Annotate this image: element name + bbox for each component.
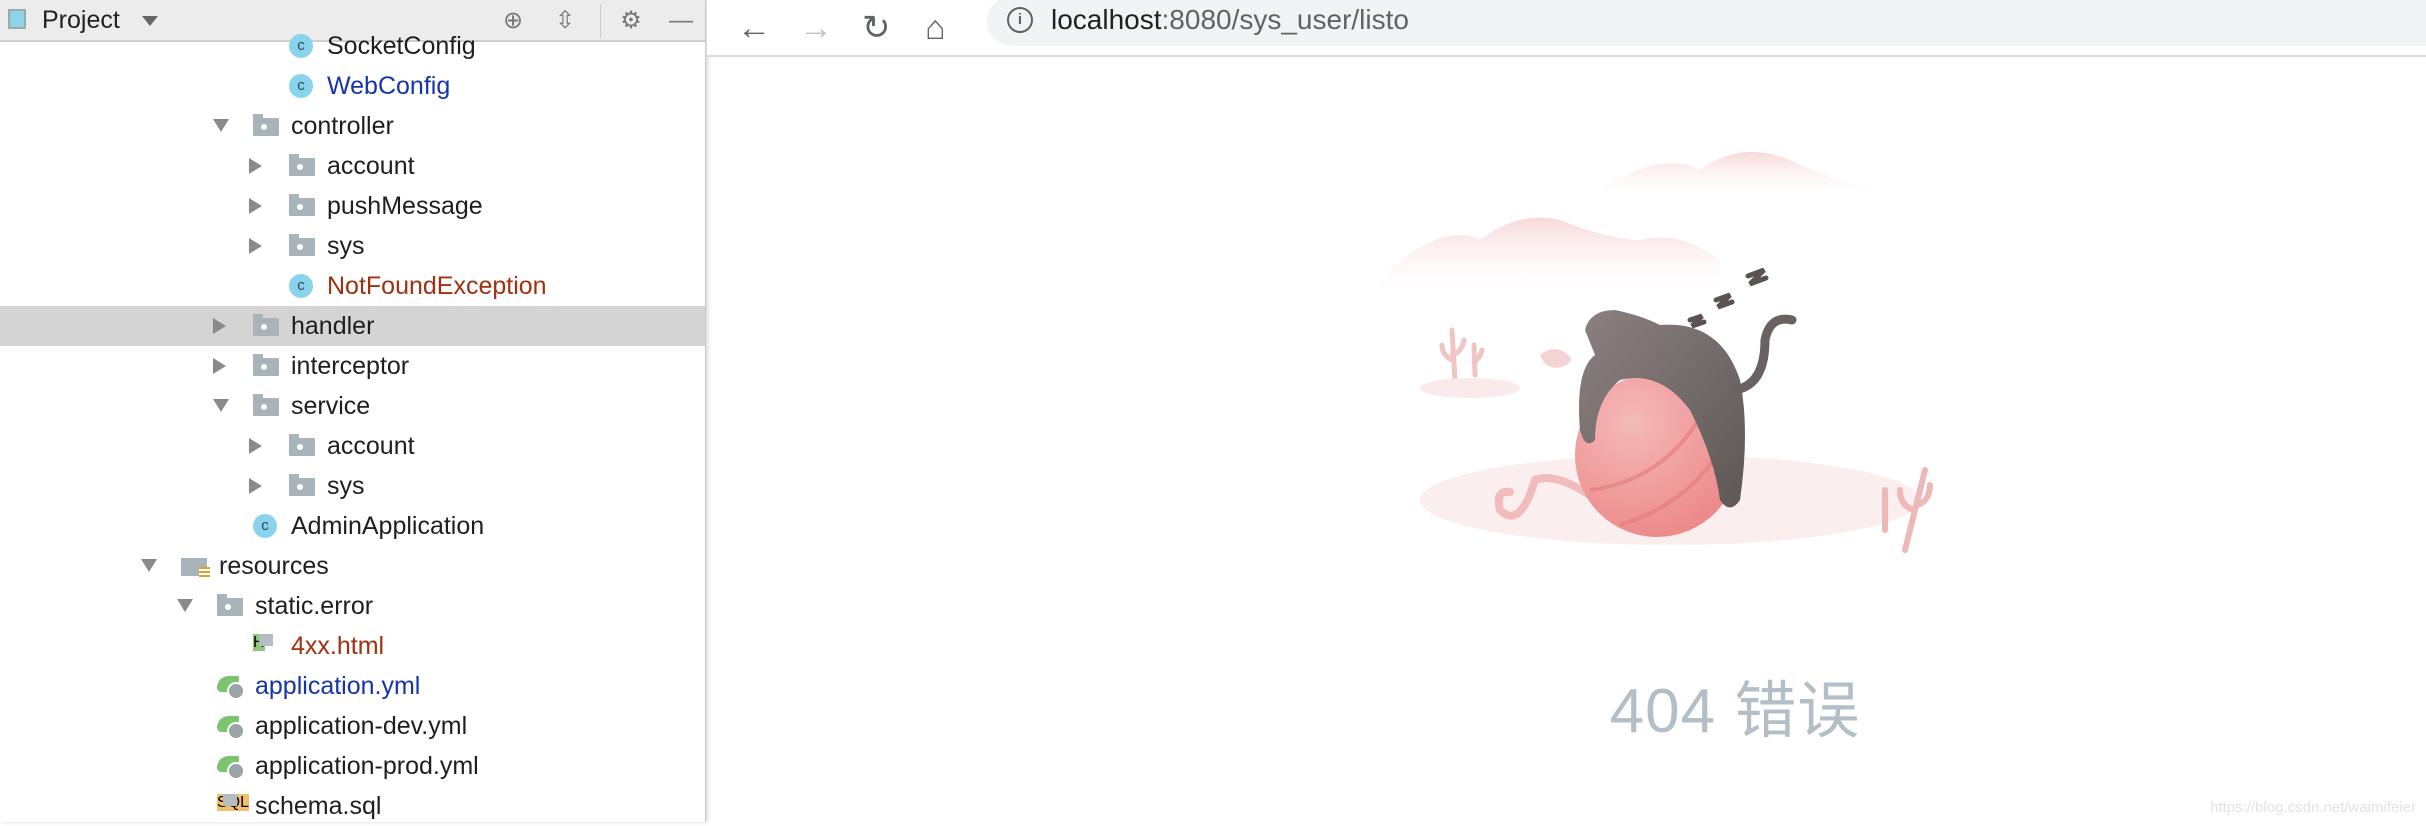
tree-item[interactable]: c NotFoundException xyxy=(0,266,705,306)
folder-icon xyxy=(289,194,315,216)
cactus-left xyxy=(1439,327,1485,383)
tree-item-label: pushMessage xyxy=(327,192,483,220)
tree-item-label: resources xyxy=(219,552,329,580)
tree-item[interactable]: account xyxy=(0,146,705,186)
collapsed-arrow-icon[interactable] xyxy=(249,438,262,454)
tree-item[interactable]: resources xyxy=(0,546,705,586)
tree-item[interactable]: sys xyxy=(0,466,705,506)
url-host: localhost xyxy=(1051,4,1162,35)
tree-item[interactable]: static.error xyxy=(0,586,705,626)
expanded-arrow-icon[interactable] xyxy=(177,599,193,612)
class-icon: c xyxy=(289,74,313,98)
info-icon[interactable]: i xyxy=(1007,7,1033,33)
folder-icon xyxy=(253,314,279,336)
url-text[interactable]: localhost:8080/sys_user/listo xyxy=(1051,4,1409,36)
chevron-down-icon[interactable] xyxy=(142,16,158,26)
collapsed-arrow-icon[interactable] xyxy=(249,198,262,214)
tree-item-label: application-prod.yml xyxy=(255,752,479,780)
tree-item[interactable]: sys xyxy=(0,226,705,266)
tree-item-label: static.error xyxy=(255,592,374,620)
tree-item-label: handler xyxy=(291,312,375,340)
tree-item[interactable]: application-dev.yml xyxy=(0,706,705,746)
hills-front xyxy=(1380,217,1720,300)
html-file-icon: H xyxy=(253,634,279,658)
speech-bubble xyxy=(1540,349,1571,368)
tree-item[interactable]: c SocketConfig xyxy=(0,26,705,66)
spring-boot-class-icon: c xyxy=(253,514,277,538)
forward-button[interactable]: → xyxy=(799,10,833,46)
file-type-badge: SQL xyxy=(217,794,250,811)
watermark: https://blog.csdn.net/waimifeier xyxy=(2210,799,2416,816)
cat-tail xyxy=(1730,314,1797,395)
tree-item-label: account xyxy=(327,152,415,180)
tree-item[interactable]: H 4xx.html xyxy=(0,626,705,666)
tree-item[interactable]: c WebConfig xyxy=(0,66,705,106)
collapsed-arrow-icon[interactable] xyxy=(249,158,262,174)
tree-item[interactable]: interceptor xyxy=(0,346,705,386)
file-type-badge: H xyxy=(253,634,265,651)
folder-icon xyxy=(289,474,315,496)
folder-icon xyxy=(253,354,279,376)
expanded-arrow-icon[interactable] xyxy=(213,119,229,132)
folder-icon xyxy=(289,154,315,176)
sleeping-cat-illustration xyxy=(1380,152,1933,553)
address-bar[interactable]: i localhost:8080/sys_user/listo xyxy=(987,0,2426,46)
back-button[interactable]: ← xyxy=(737,10,771,46)
tree-item-label: controller xyxy=(291,112,394,140)
tree-item-label: NotFoundException xyxy=(327,272,547,300)
hills-back xyxy=(1600,152,1880,200)
class-icon: c xyxy=(289,34,313,58)
sql-file-icon: SQL xyxy=(217,794,250,818)
reload-button[interactable]: ↻ xyxy=(862,10,891,46)
tree-item-label: sys xyxy=(327,232,365,260)
error-message: 404 错误 xyxy=(1609,677,1861,746)
tree-item[interactable]: handler xyxy=(0,306,705,346)
tree-item-label: sys xyxy=(327,472,365,500)
tree-item[interactable]: c AdminApplication xyxy=(0,506,705,546)
home-button[interactable]: ⌂ xyxy=(925,10,946,46)
tree-item[interactable]: controller xyxy=(0,106,705,146)
tree-item-label: service xyxy=(291,392,371,420)
collapsed-arrow-icon[interactable] xyxy=(213,318,226,334)
tree-item[interactable]: application-prod.yml xyxy=(0,746,705,786)
expanded-arrow-icon[interactable] xyxy=(213,399,229,412)
tree-item[interactable]: application.yml xyxy=(0,666,705,706)
collapsed-arrow-icon[interactable] xyxy=(213,358,226,374)
spring-yml-icon xyxy=(217,756,245,780)
folder-icon xyxy=(217,594,243,616)
folder-icon xyxy=(253,114,279,136)
tree-item[interactable]: SQL schema.sql xyxy=(0,786,705,826)
tree-item-label: application.yml xyxy=(255,672,421,700)
tree-item-label: AdminApplication xyxy=(291,512,485,540)
tree-item-label: interceptor xyxy=(291,352,410,380)
folder-icon xyxy=(289,234,315,256)
tree-item[interactable]: account xyxy=(0,426,705,466)
tree-item-label: SocketConfig xyxy=(327,32,476,60)
tree-item[interactable]: service xyxy=(0,386,705,426)
spring-yml-icon xyxy=(217,676,245,700)
tree-item-label: application-dev.yml xyxy=(255,712,468,740)
folder-icon xyxy=(253,394,279,416)
tree-item-label: WebConfig xyxy=(327,72,451,100)
browser-toolbar: ← → ↻ ⌂ i localhost:8080/sys_user/listo xyxy=(707,0,2426,57)
url-path: :8080/sys_user/listo xyxy=(1161,4,1409,35)
tree-item-label: schema.sql xyxy=(255,792,382,820)
resources-folder-icon xyxy=(181,558,210,579)
tree-item[interactable]: pushMessage xyxy=(0,186,705,226)
class-icon: c xyxy=(289,274,313,298)
folder-icon xyxy=(289,434,315,456)
expanded-arrow-icon[interactable] xyxy=(141,559,157,572)
spring-yml-icon xyxy=(217,716,245,740)
tree-item-label: 4xx.html xyxy=(291,632,385,660)
project-panel: Project ⊕ ⇳ ⚙ — c SocketConfig c WebConfig c… xyxy=(0,0,706,822)
tree-item-label: account xyxy=(327,432,415,460)
collapsed-arrow-icon[interactable] xyxy=(249,238,262,254)
collapsed-arrow-icon[interactable] xyxy=(249,478,262,494)
